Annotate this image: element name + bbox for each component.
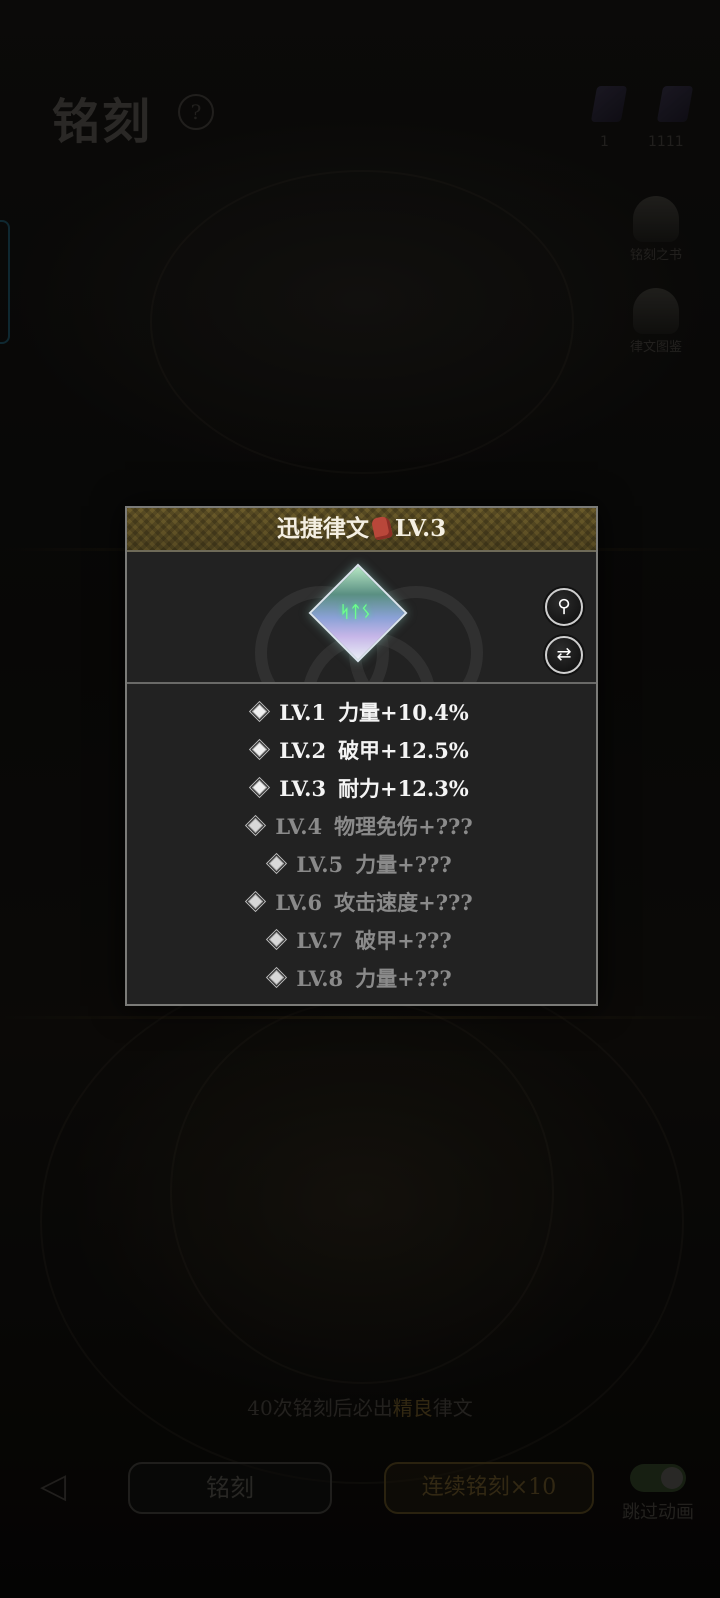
level-effects-list: LV.1 力量+10.4% LV.2 破甲+12.5% LV.3 耐力+12.3% L… xyxy=(127,684,596,998)
diamond-bullet-icon xyxy=(248,817,264,834)
fist-icon xyxy=(370,515,393,541)
level-effect: 破甲+12.5% xyxy=(338,738,469,763)
diamond-bullet-icon xyxy=(251,741,268,758)
zoom-button[interactable]: ⚲ xyxy=(545,588,583,626)
level-row: LV.4 物理免伤+??? xyxy=(127,808,596,846)
level-effect: 破甲+??? xyxy=(355,928,452,953)
level-row: LV.5 力量+??? xyxy=(127,846,596,884)
level-code: LV.5 xyxy=(296,852,344,877)
level-effect: 攻击速度+??? xyxy=(334,890,473,915)
level-code: LV.2 xyxy=(279,738,327,763)
level-effect: 耐力+12.3% xyxy=(338,776,469,801)
level-row: LV.7 破甲+??? xyxy=(127,922,596,960)
level-code: LV.8 xyxy=(296,966,344,991)
level-row: LV.3 耐力+12.3% xyxy=(127,770,596,808)
rune-detail-popup: 迅捷律文 LV.3 ᛋᛏᛊ ⚲ ⇄ LV.1 力量+10.4% LV.2 破甲+12.… xyxy=(125,506,598,1006)
swap-button[interactable]: ⇄ xyxy=(545,636,583,674)
diamond-bullet-icon xyxy=(251,703,268,720)
diamond-bullet-icon xyxy=(248,893,264,910)
diamond-bullet-icon xyxy=(269,855,285,872)
level-row: LV.2 破甲+12.5% xyxy=(127,732,596,770)
rune-level: LV.3 xyxy=(394,515,447,542)
popup-header: 迅捷律文 LV.3 xyxy=(127,508,596,552)
level-code: LV.1 xyxy=(279,700,327,725)
diamond-bullet-icon xyxy=(269,931,285,948)
level-row: LV.1 力量+10.4% xyxy=(127,694,596,732)
inscription-screen: 铭刻 ? 1 1111 铭刻之书 律文图鉴 40次铭刻后必出精良律文 ◁ 铭刻 … xyxy=(0,0,720,1598)
level-code: LV.6 xyxy=(275,890,323,915)
level-code: LV.7 xyxy=(296,928,344,953)
level-row: LV.8 力量+??? xyxy=(127,960,596,998)
rune-art: ᛋᛏᛊ ⚲ ⇄ xyxy=(127,552,596,684)
rune-glyphs: ᛋᛏᛊ xyxy=(340,602,372,621)
rune-name: 迅捷律文 xyxy=(276,515,369,542)
level-effect: 力量+10.4% xyxy=(338,700,469,725)
level-effect: 力量+??? xyxy=(355,966,452,991)
level-row: LV.6 攻击速度+??? xyxy=(127,884,596,922)
level-code: LV.3 xyxy=(279,776,327,801)
level-code: LV.4 xyxy=(275,814,323,839)
level-effect: 物理免伤+??? xyxy=(334,814,473,839)
diamond-bullet-icon xyxy=(269,969,285,986)
diamond-bullet-icon xyxy=(251,779,268,796)
level-effect: 力量+??? xyxy=(355,852,452,877)
